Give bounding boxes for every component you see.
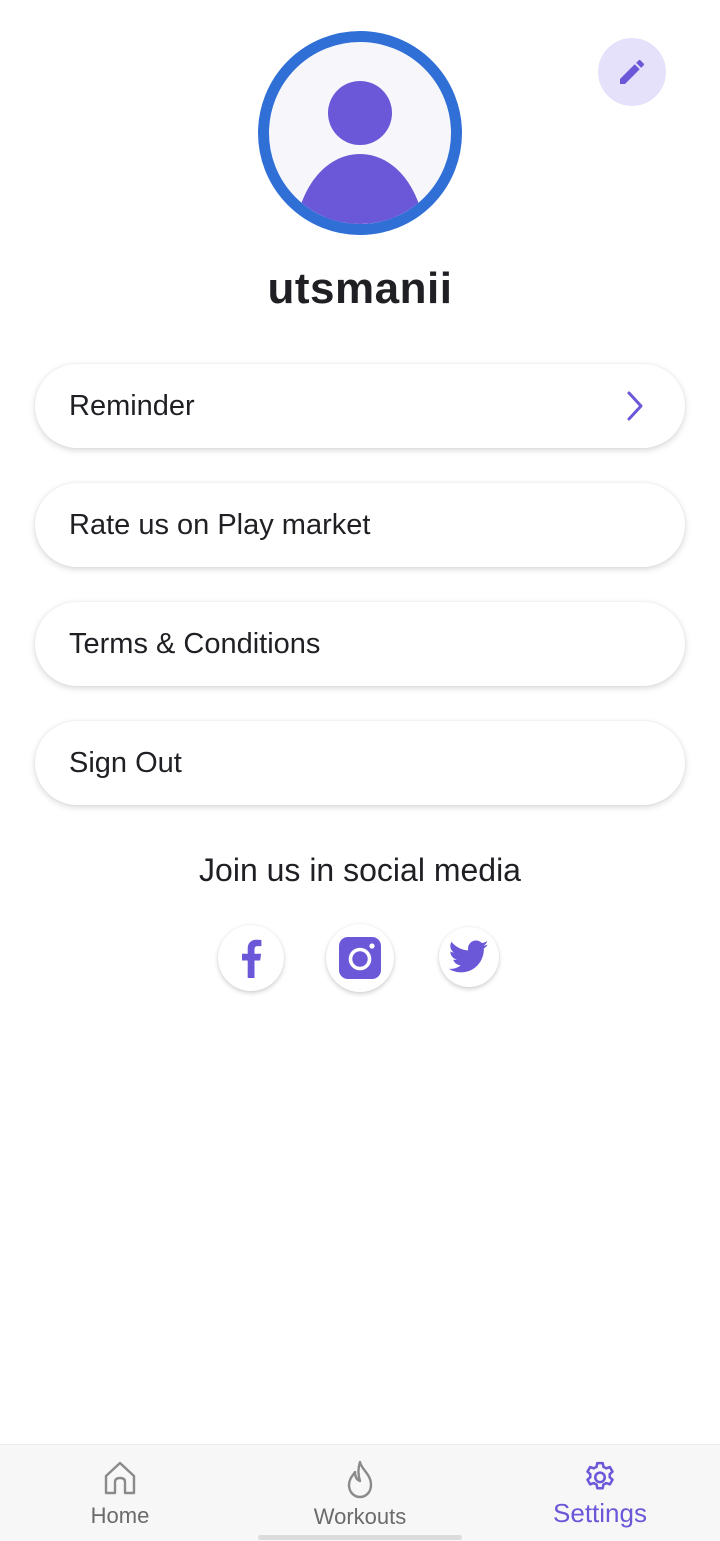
rate-us-menu-item[interactable]: Rate us on Play market [35, 483, 685, 567]
home-icon [0, 1459, 240, 1499]
instagram-button[interactable] [326, 924, 394, 992]
nav-item-settings[interactable]: Settings [480, 1445, 720, 1541]
menu-item-label: Sign Out [69, 746, 182, 779]
sign-out-menu-item[interactable]: Sign Out [35, 721, 685, 805]
edit-profile-button[interactable] [598, 38, 666, 106]
home-indicator[interactable] [258, 1535, 462, 1540]
nav-label: Workouts [313, 1504, 407, 1529]
menu-item-label: Rate us on Play market [69, 508, 371, 541]
nav-label: Settings [553, 1498, 647, 1528]
nav-item-home[interactable]: Home [0, 1445, 240, 1541]
username: utsmanii [267, 264, 453, 313]
chevron-right-icon [625, 390, 645, 422]
pencil-icon [620, 59, 645, 84]
social-media-title: Join us in social media [199, 852, 521, 888]
nav-item-workouts[interactable]: Workouts [240, 1445, 480, 1541]
gear-icon [480, 1459, 720, 1499]
flame-icon [240, 1459, 480, 1499]
reminder-menu-item[interactable]: Reminder [35, 364, 685, 448]
user-silhouette-icon [296, 81, 424, 224]
nav-label: Home [90, 1503, 150, 1528]
avatar [258, 31, 462, 235]
twitter-icon [449, 940, 489, 973]
facebook-icon [242, 939, 262, 978]
terms-conditions-menu-item[interactable]: Terms & Conditions [35, 602, 685, 686]
facebook-button[interactable] [218, 925, 284, 991]
menu-item-label: Terms & Conditions [69, 627, 321, 660]
bottom-navigation: Home Workouts Settings [0, 1444, 720, 1541]
menu-item-label: Reminder [69, 389, 195, 422]
instagram-icon [339, 937, 381, 979]
twitter-button[interactable] [439, 927, 499, 987]
